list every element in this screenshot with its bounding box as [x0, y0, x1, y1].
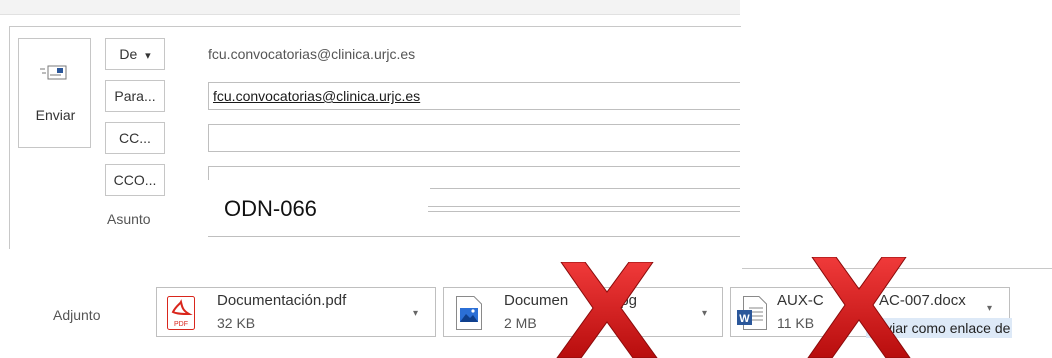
chevron-down-icon[interactable]: ▾ — [413, 308, 418, 319]
from-address: fcu.convocatorias@clinica.urjc.es — [208, 46, 416, 62]
send-label: Enviar — [35, 107, 76, 123]
to-button[interactable]: Para... — [105, 80, 165, 112]
attachment-size: 2 MB — [504, 315, 537, 331]
bcc-field-left-edge — [208, 166, 209, 180]
word-icon: W — [737, 296, 767, 330]
to-recipient[interactable]: fcu.convocatorias@clinica.urjc.es — [213, 88, 420, 104]
attachment-name: Documentación.pdf — [217, 292, 347, 309]
subject-field-underline — [208, 236, 740, 237]
subject-label: Asunto — [107, 211, 151, 227]
subject-field-top-line-2 — [428, 211, 740, 212]
from-label: De — [119, 46, 138, 62]
red-cross-icon — [556, 262, 658, 358]
attachment-size: 32 KB — [217, 315, 256, 331]
attachments-label: Adjunto — [53, 307, 101, 323]
bcc-field-top-line — [208, 166, 740, 167]
send-button[interactable]: Enviar — [18, 38, 91, 148]
cc-field[interactable] — [208, 124, 740, 152]
image-icon — [456, 296, 482, 330]
title-bar-strip — [0, 0, 740, 15]
chevron-down-icon: ▾ — [145, 50, 151, 62]
chevron-down-icon[interactable]: ▾ — [702, 308, 707, 319]
bcc-field-bottom-line — [430, 188, 740, 189]
cc-button[interactable]: CC... — [105, 122, 165, 154]
subject-input[interactable]: ODN-066 — [224, 196, 317, 222]
pdf-icon: PDF — [167, 296, 195, 330]
attachment-pdf[interactable]: PDF Documentación.pdf 32 KB ▾ — [156, 287, 436, 337]
chevron-down-icon[interactable]: ▾ — [987, 303, 992, 314]
send-envelope-icon — [40, 65, 67, 80]
red-cross-icon — [807, 257, 911, 358]
subject-field-top-line — [428, 206, 740, 207]
bcc-button[interactable]: CCO... — [105, 164, 165, 196]
svg-text:PDF: PDF — [174, 321, 188, 328]
from-button[interactable]: De ▾ — [105, 38, 165, 70]
svg-text:W: W — [739, 313, 750, 325]
